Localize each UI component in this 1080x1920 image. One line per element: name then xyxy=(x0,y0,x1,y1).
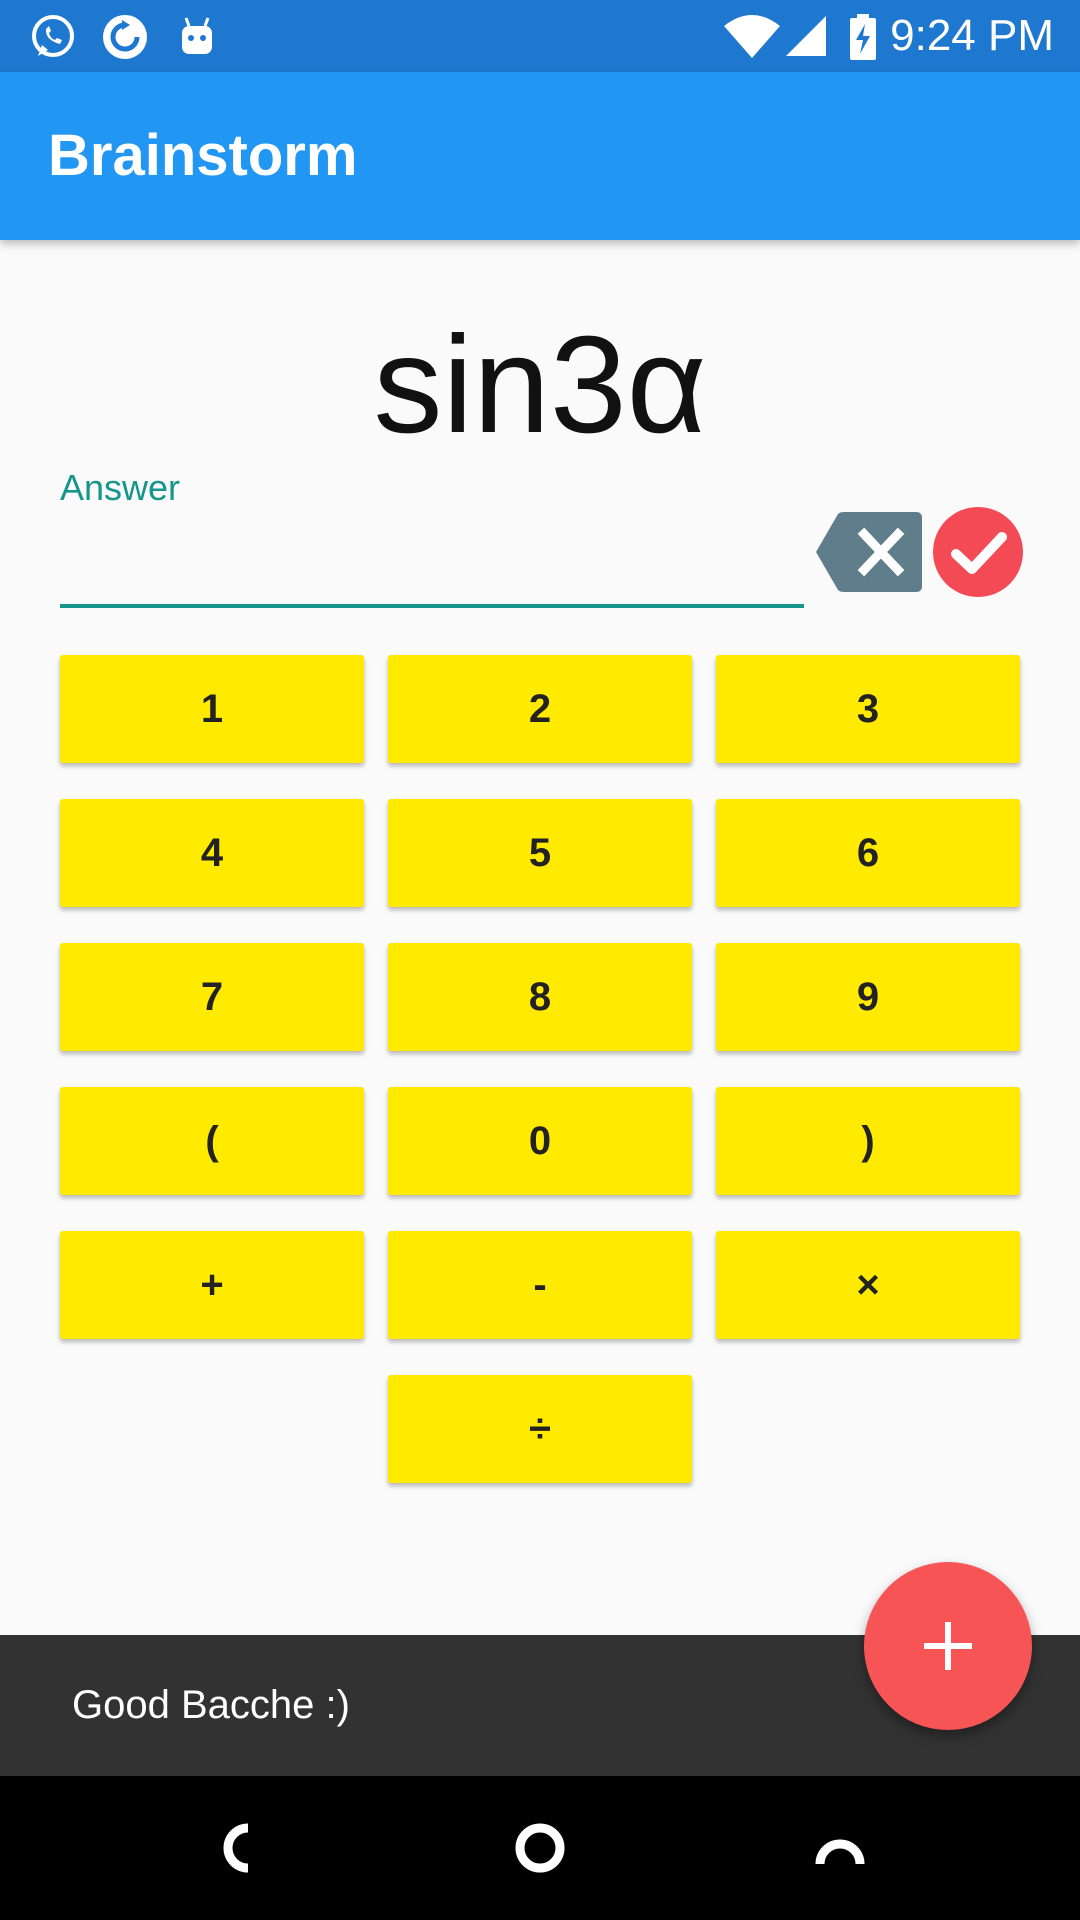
key-close-paren[interactable]: ) xyxy=(716,1087,1020,1195)
app-title: Brainstorm xyxy=(48,123,358,188)
submit-check-icon[interactable] xyxy=(932,506,1024,598)
key-2[interactable]: 2 xyxy=(388,655,692,763)
key-0[interactable]: 0 xyxy=(388,1087,692,1195)
answer-label: Answer xyxy=(60,467,181,508)
plus-icon xyxy=(924,1622,972,1670)
snackbar-message: Good Bacche :) xyxy=(72,1683,350,1727)
back-icon[interactable] xyxy=(200,1808,280,1888)
key-1[interactable]: 1 xyxy=(60,655,364,763)
key-6[interactable]: 6 xyxy=(716,799,1020,907)
status-time: 9:24 PM xyxy=(890,11,1054,60)
key-9[interactable]: 9 xyxy=(716,943,1020,1051)
whatsapp-icon xyxy=(32,15,74,57)
key-3[interactable]: 3 xyxy=(716,655,1020,763)
key-open-paren[interactable]: ( xyxy=(60,1087,364,1195)
home-icon[interactable] xyxy=(500,1808,580,1888)
key-plus[interactable]: + xyxy=(60,1231,364,1339)
answer-input[interactable] xyxy=(60,520,804,608)
app-bar: Brainstorm xyxy=(0,72,1080,240)
signal-icon xyxy=(786,16,826,56)
backspace-icon[interactable] xyxy=(816,510,924,594)
key-multiply[interactable]: × xyxy=(716,1231,1020,1339)
key-7[interactable]: 7 xyxy=(60,943,364,1051)
question-text: sin3α xyxy=(373,308,707,462)
recents-icon[interactable] xyxy=(800,1808,880,1888)
key-5[interactable]: 5 xyxy=(388,799,692,907)
wifi-icon xyxy=(724,15,780,58)
key-8[interactable]: 8 xyxy=(388,943,692,1051)
key-divide[interactable]: ÷ xyxy=(388,1375,692,1483)
status-bar: 9:24 PM xyxy=(0,0,1080,72)
android-icon xyxy=(182,17,212,54)
add-fab-button[interactable] xyxy=(864,1562,1032,1730)
battery-charging-icon xyxy=(850,14,876,60)
key-4[interactable]: 4 xyxy=(60,799,364,907)
key-minus[interactable]: - xyxy=(388,1231,692,1339)
sync-icon xyxy=(103,15,147,59)
navigation-bar xyxy=(0,1776,1080,1920)
